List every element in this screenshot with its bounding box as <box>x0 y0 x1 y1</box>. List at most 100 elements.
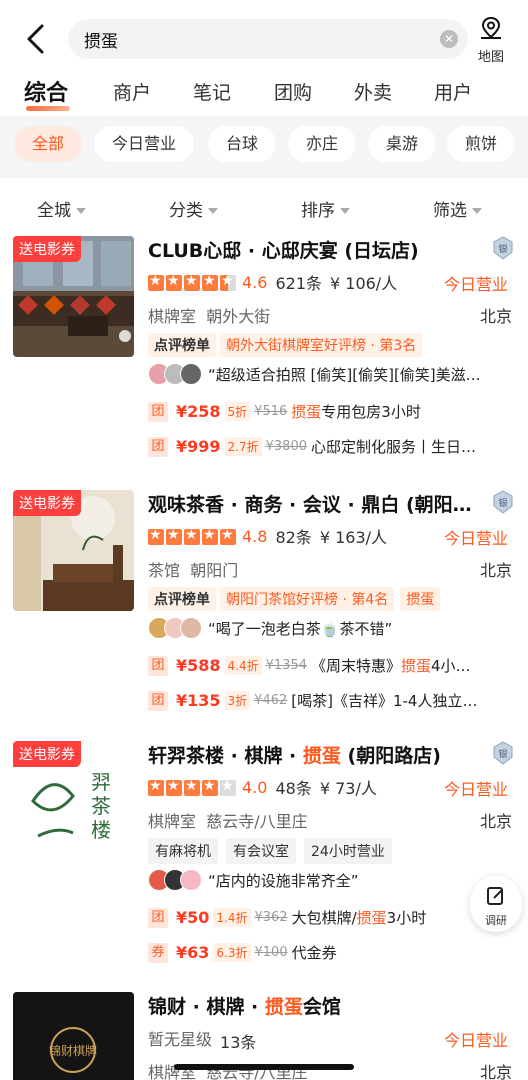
open-status: 今日营业 <box>443 275 508 294</box>
city: 北京 <box>479 1063 512 1080</box>
shop-title: 锦财 · 棋牌 · 掼蛋会馆 <box>148 996 341 1018</box>
sort-city[interactable]: 全城 <box>37 196 86 221</box>
svg-text:银: 银 <box>498 748 507 760</box>
rating-row: 4.0 48条 ¥ 73/人 <box>148 775 377 799</box>
movie-voucher-badge: 送电影券 <box>13 236 81 262</box>
review-quote-row[interactable]: “喝了一泡老白茶🍵茶不错” <box>148 617 528 639</box>
sort-order[interactable]: 排序 <box>301 196 350 221</box>
star-rating <box>148 527 238 545</box>
tab-shops[interactable]: 商户 <box>113 78 151 105</box>
map-pin-icon <box>481 16 501 39</box>
category-area: 茶馆 朝阳门 <box>148 561 239 580</box>
shop-card[interactable]: 送电影券 CLUB心邸 · 心邸庆宴 (日坛店) 银 4.6 621条 ¥ 106/… <box>0 236 528 468</box>
rating-score: 4.6 <box>242 272 268 292</box>
chip-open-today[interactable]: 今日营业 <box>94 126 195 162</box>
sort-category[interactable]: 分类 <box>169 196 218 221</box>
survey-icon <box>487 887 503 905</box>
movie-voucher-badge: 送电影券 <box>13 741 81 767</box>
shop-photo: 锦财棋牌 <box>13 992 134 1080</box>
chip-jianbing[interactable]: 煎饼 <box>447 126 516 162</box>
caret-down-icon <box>340 208 350 214</box>
city: 北京 <box>479 561 512 580</box>
svg-text:茶: 茶 <box>91 794 111 818</box>
deal-row[interactable]: 团 ¥258 5折 ¥516 掼蛋专用包房3小时 <box>148 401 421 422</box>
search-input[interactable]: 掼蛋 ✕ <box>68 19 468 59</box>
caret-down-icon <box>76 208 86 214</box>
shop-title: 观味茶香 · 商务 · 会议 · 鼎白 (朝阳… <box>148 494 472 516</box>
city: 北京 <box>479 812 512 831</box>
tab-notes[interactable]: 笔记 <box>193 78 231 105</box>
review-count: 621条 <box>275 274 322 293</box>
sort-bar: 全城 分类 排序 筛选 <box>0 180 528 232</box>
caret-down-icon <box>208 208 218 214</box>
review-quote-row[interactable]: “超级适合拍照 [偷笑][偷笑][偷笑]美滋… <box>148 363 528 385</box>
avg-price: ¥ 106/人 <box>330 274 398 293</box>
shop-photo: 送电影券 <box>13 236 134 357</box>
open-status: 今日营业 <box>443 1031 508 1050</box>
rank-badge: 点评榜单 <box>148 587 216 611</box>
tab-delivery[interactable]: 外卖 <box>354 78 392 105</box>
deal-row[interactable]: 团 ¥999 2.7折 ¥3800 心邸定制化服务丨生日… <box>148 436 476 457</box>
chip-board-games[interactable]: 桌游 <box>368 126 437 162</box>
medal-icon: 银 <box>492 236 514 260</box>
tab-group-buy[interactable]: 团购 <box>274 78 312 105</box>
chip-all[interactable]: 全部 <box>14 126 83 162</box>
rank-row[interactable]: 点评榜单 朝外大街棋牌室好评榜 · 第3名 <box>148 333 423 357</box>
search-query: 掼蛋 <box>84 32 118 52</box>
shop-card[interactable]: 羿 茶 楼 送电影券 轩羿茶楼 · 棋牌 · 掼蛋 (朝阳路店) 银 4.0 48… <box>0 741 528 973</box>
rank-row[interactable]: 点评榜单 朝阳门茶馆好评榜 · 第4名 掼蛋 <box>148 587 441 611</box>
svg-text:楼: 楼 <box>91 818 111 842</box>
reviewer-avatars <box>148 869 202 891</box>
medal-icon: 银 <box>492 741 514 765</box>
feature-tags: 有麻将机 有会议室 24小时营业 <box>148 838 400 864</box>
rating-none: 暂无星级 <box>148 1030 213 1049</box>
shop-title: CLUB心邸 · 心邸庆宴 (日坛店) <box>148 240 419 262</box>
category-area: 棋牌室 慈云寺/八里庄 <box>148 812 308 831</box>
deal-row[interactable]: 团 ¥50 1.4折 ¥362 大包棋牌/掼蛋3小时 <box>148 907 426 928</box>
review-quote: “喝了一泡老白茶🍵茶不错” <box>208 619 393 638</box>
rating-row: 4.8 82条 ¥ 163/人 <box>148 524 387 548</box>
shop-title: 轩羿茶楼 · 棋牌 · 掼蛋 (朝阳路店) <box>148 745 441 767</box>
deal-row[interactable]: 券 ¥63 6.3折 ¥100 代金券 <box>148 942 337 963</box>
review-count: 48条 <box>275 779 312 798</box>
svg-text:银: 银 <box>498 497 507 509</box>
chip-billiards[interactable]: 台球 <box>208 126 277 162</box>
movie-voucher-badge: 送电影券 <box>13 490 81 516</box>
keyword-tag: 掼蛋 <box>400 587 441 611</box>
map-button[interactable]: 地图 <box>474 16 508 65</box>
rank-badge: 点评榜单 <box>148 333 216 357</box>
tab-all[interactable]: 综合 <box>24 75 71 111</box>
star-rating <box>148 778 238 796</box>
review-quote: “超级适合拍照 [偷笑][偷笑][偷笑]美滋… <box>208 365 481 384</box>
reviewer-avatars <box>148 363 202 385</box>
main-tabs: 综合 商户 笔记 团购 外卖 用户 <box>0 72 528 116</box>
deal-row[interactable]: 团 ¥135 3折 ¥462 [喝茶]《吉祥》1-4人独立… <box>148 690 477 711</box>
star-rating <box>148 273 238 291</box>
tab-users[interactable]: 用户 <box>434 78 472 105</box>
city: 北京 <box>479 307 512 326</box>
avg-price: ¥ 163/人 <box>319 528 388 547</box>
shop-photo: 羿 茶 楼 送电影券 <box>13 741 134 862</box>
clear-icon[interactable]: ✕ <box>440 30 458 48</box>
survey-button[interactable]: 调研 <box>470 876 522 932</box>
medal-icon: 银 <box>492 490 514 514</box>
deal-row[interactable]: 团 ¥588 4.4折 ¥1354 《周末特惠》掼蛋4小… <box>148 655 471 676</box>
review-count: 13条 <box>220 1032 257 1052</box>
sort-filter[interactable]: 筛选 <box>433 196 482 221</box>
back-icon[interactable] <box>22 22 52 56</box>
open-status: 今日营业 <box>443 529 508 548</box>
map-label: 地图 <box>477 50 504 65</box>
filter-chips: 全部 今日营业 台球 亦庄 桌游 煎饼 <box>0 116 528 178</box>
caret-down-icon <box>472 208 482 214</box>
shop-card[interactable]: 送电影券 观味茶香 · 商务 · 会议 · 鼎白 (朝阳… 银 4.8 82条 ¥ … <box>0 490 528 722</box>
open-status: 今日营业 <box>443 780 508 799</box>
rating-row: 4.6 621条 ¥ 106/人 <box>148 270 397 294</box>
rating-score: 4.0 <box>242 777 268 797</box>
top-bar: 掼蛋 ✕ 地图 <box>0 0 528 70</box>
chip-yizhuang[interactable]: 亦庄 <box>288 126 357 162</box>
svg-text:锦财棋牌: 锦财棋牌 <box>49 1044 97 1058</box>
home-indicator <box>174 1064 354 1070</box>
rank-text: 朝外大街棋牌室好评榜 · 第3名 <box>220 333 423 357</box>
rating-score: 4.8 <box>242 526 268 546</box>
avg-price: ¥ 73/人 <box>319 779 377 798</box>
